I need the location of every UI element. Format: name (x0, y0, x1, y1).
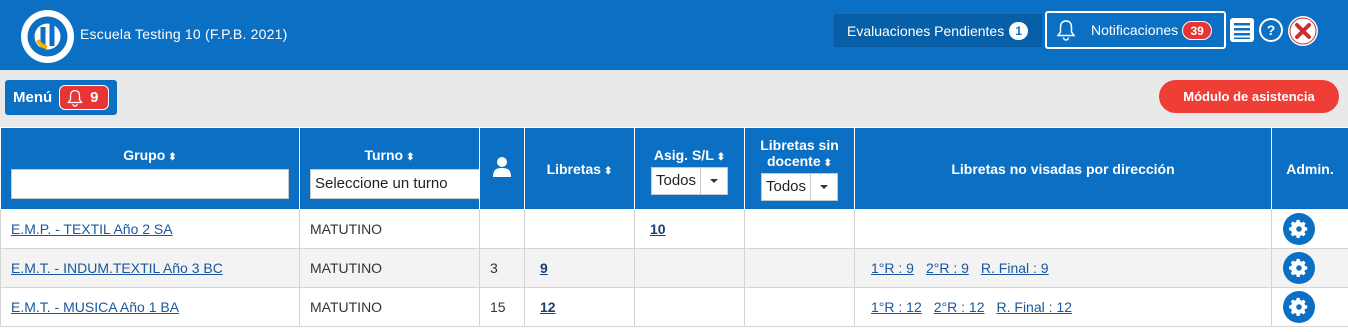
cell-admin (1271, 287, 1348, 327)
sort-icon[interactable]: ⬍ (406, 152, 414, 163)
cell-grupo: E.M.T. - MUSICA Año 1 BA (0, 287, 300, 327)
close-icon[interactable] (1288, 16, 1318, 46)
notifications-button[interactable]: Notificaciones 39 (1045, 11, 1226, 49)
menu-label: Menú (13, 89, 53, 106)
col-alumnos (479, 127, 525, 210)
asig-select[interactable]: Todos (650, 166, 729, 195)
cell-sin-docente (744, 248, 855, 288)
chevron-down-icon[interactable] (811, 174, 837, 200)
cell-asig (634, 287, 745, 327)
no-visada-link[interactable]: 2°R : 12 (934, 299, 985, 315)
table-row: E.M.T. - INDUM.TEXTIL Año 3 BC MATUTINO 3 9… (0, 248, 1348, 288)
cell-turno: MATUTINO (299, 209, 480, 249)
no-visada-link[interactable]: R. Final : 9 (981, 260, 1049, 276)
menu-button[interactable]: Menú 9 (5, 80, 117, 115)
cell-no-visadas (854, 209, 1272, 249)
svg-text:?: ? (1267, 22, 1276, 38)
cell-turno: MATUTINO (299, 287, 480, 327)
col-turno-label: Turno (364, 146, 404, 163)
user-icon (493, 157, 511, 177)
cell-asig (634, 248, 745, 288)
libretas-link[interactable]: 9 (540, 260, 548, 276)
sort-icon[interactable]: ⬍ (824, 158, 832, 169)
menu-alerts-badge: 9 (59, 85, 110, 110)
cell-no-visadas: 1°R : 12 2°R : 12 R. Final : 12 (854, 287, 1272, 327)
cell-asig: 10 (634, 209, 745, 249)
no-visada-link[interactable]: R. Final : 12 (997, 299, 1072, 315)
asig-link[interactable]: 10 (650, 221, 666, 237)
sort-icon[interactable]: ⬍ (717, 152, 725, 163)
cell-libretas (524, 209, 635, 249)
grupo-link[interactable]: E.M.T. - MUSICA Año 1 BA (11, 299, 179, 315)
col-grupo[interactable]: Grupo ⬍ (0, 127, 300, 210)
menu-alerts-count: 9 (90, 89, 99, 106)
sin-docente-select-value: Todos (762, 173, 812, 200)
pending-evaluations-button[interactable]: Evaluaciones Pendientes 1 (834, 14, 1042, 47)
gear-icon[interactable] (1283, 213, 1315, 245)
chevron-down-icon[interactable] (701, 168, 727, 194)
asig-select-value: Todos (652, 167, 702, 194)
sub-bar: Menú 9 Módulo de asistencia (0, 70, 1348, 127)
no-visada-link[interactable]: 1°R : 9 (871, 260, 914, 276)
attendance-module-button[interactable]: Módulo de asistencia (1159, 80, 1339, 113)
cell-turno: MATUTINO (299, 248, 480, 288)
table-row: E.M.T. - MUSICA Año 1 BA MATUTINO 15 12 1°R … (0, 287, 1348, 327)
col-sin-docente[interactable]: Libretas sin docente ⬍ Todos (744, 127, 855, 210)
col-admin: Admin. (1271, 127, 1348, 210)
groups-table: Grupo ⬍ Turno ⬍ Seleccione un turno Libret… (0, 127, 1348, 327)
cell-grupo: E.M.T. - INDUM.TEXTIL Año 3 BC (0, 248, 300, 288)
cell-libretas: 9 (524, 248, 635, 288)
col-libretas[interactable]: Libretas ⬍ (524, 127, 635, 210)
help-icon[interactable]: ? (1259, 18, 1283, 42)
pending-evaluations-label: Evaluaciones Pendientes (847, 22, 1005, 39)
gear-icon[interactable] (1283, 291, 1315, 323)
cell-admin (1271, 209, 1348, 249)
table-header-row: Grupo ⬍ Turno ⬍ Seleccione un turno Libret… (0, 127, 1348, 210)
col-grupo-label: Grupo (123, 146, 166, 163)
school-logo[interactable] (21, 10, 74, 63)
col-asig[interactable]: Asig. S/L ⬍ Todos (634, 127, 745, 210)
table-row: E.M.P. - TEXTIL Año 2 SA MATUTINO 10 (0, 209, 1348, 249)
bell-icon (67, 89, 83, 107)
cell-alumnos: 15 (479, 287, 525, 327)
no-visada-link[interactable]: 1°R : 12 (871, 299, 922, 315)
pending-evaluations-count: 1 (1009, 21, 1029, 40)
no-visada-link[interactable]: 2°R : 9 (926, 260, 969, 276)
notifications-label: Notificaciones (1091, 22, 1179, 38)
cell-sin-docente (744, 209, 855, 249)
cell-alumnos: 3 (479, 248, 525, 288)
grupo-link[interactable]: E.M.T. - INDUM.TEXTIL Año 3 BC (11, 260, 223, 276)
col-no-visadas: Libretas no visadas por dirección (854, 127, 1272, 210)
sort-icon[interactable]: ⬍ (604, 166, 612, 177)
sort-icon[interactable]: ⬍ (168, 152, 176, 163)
cell-libretas: 12 (524, 287, 635, 327)
cell-no-visadas: 1°R : 9 2°R : 9 R. Final : 9 (854, 248, 1272, 288)
cell-alumnos (479, 209, 525, 249)
cell-sin-docente (744, 287, 855, 327)
col-turno[interactable]: Turno ⬍ Seleccione un turno (299, 127, 480, 210)
bell-icon (1056, 20, 1076, 41)
grupo-link[interactable]: E.M.P. - TEXTIL Año 2 SA (11, 221, 173, 237)
top-bar: Escuela Testing 10 (F.P.B. 2021) Evaluac… (0, 0, 1348, 70)
list-icon[interactable] (1229, 17, 1255, 43)
col-libretas-label: Libretas (546, 160, 602, 177)
col-asig-label: Asig. S/L (653, 146, 714, 163)
libretas-link[interactable]: 12 (540, 299, 556, 315)
sin-docente-select[interactable]: Todos (760, 172, 839, 201)
gear-icon[interactable] (1283, 252, 1315, 284)
school-name: Escuela Testing 10 (F.P.B. 2021) (80, 26, 288, 42)
grupo-filter-input[interactable] (11, 168, 289, 199)
notifications-count: 39 (1182, 20, 1213, 40)
turno-select[interactable]: Seleccione un turno (310, 168, 480, 199)
cell-grupo: E.M.P. - TEXTIL Año 2 SA (0, 209, 300, 249)
cell-admin (1271, 248, 1348, 288)
